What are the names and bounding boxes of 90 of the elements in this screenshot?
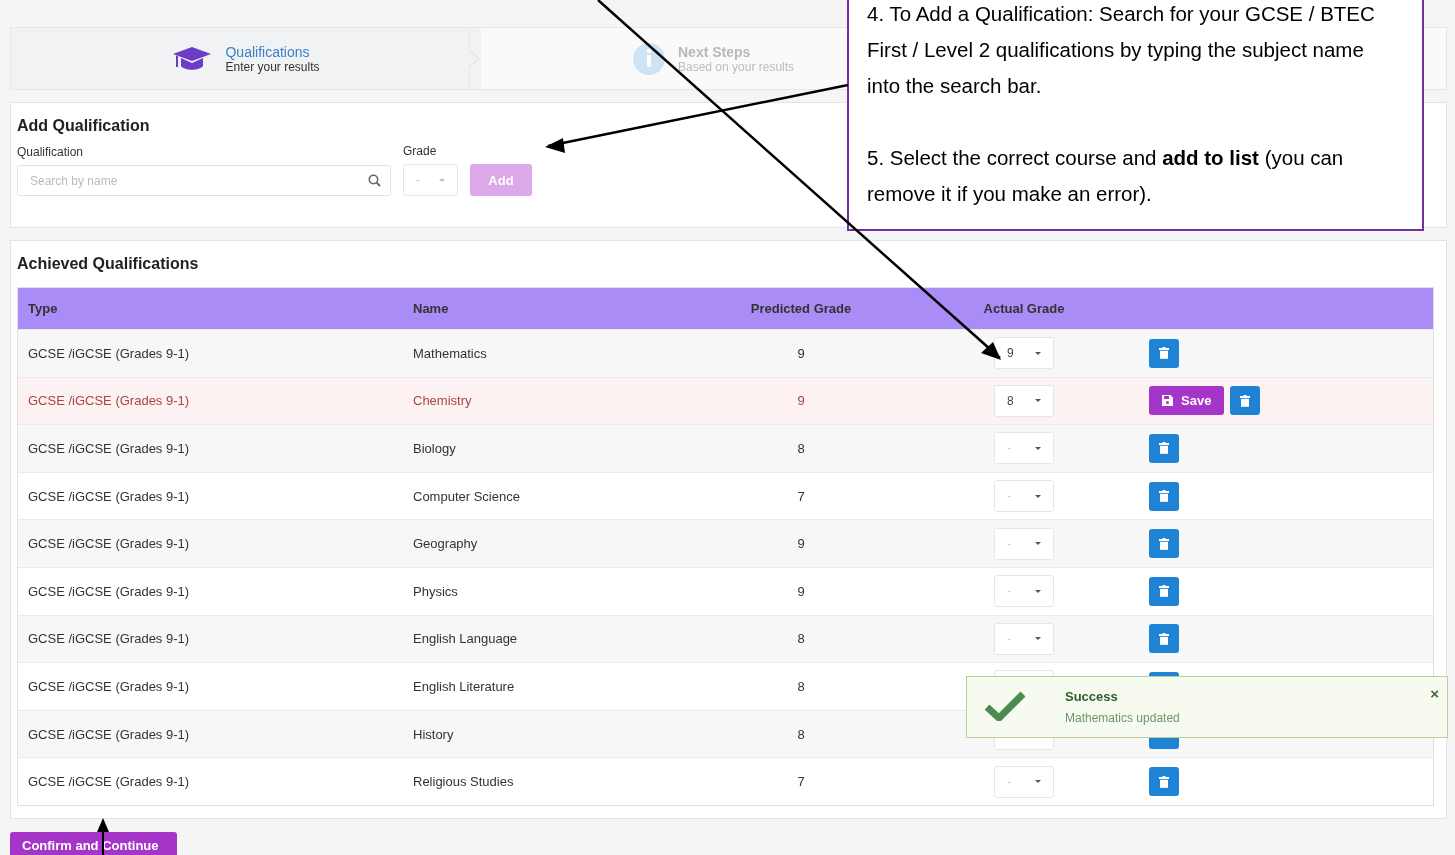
table-cell-text: GCSE /iGCSE (Grades 9-1): [27, 631, 191, 647]
step-subtitle: Based on your results: [678, 59, 795, 74]
delete-button[interactable]: [1149, 576, 1179, 606]
table-cell-text: 9: [796, 583, 806, 599]
step-subtitle: Enter your results: [225, 59, 320, 74]
trash-icon: [1240, 394, 1251, 407]
info-circle-icon: [633, 42, 665, 75]
checkmark-icon: [985, 691, 1025, 721]
table-cell-text: GCSE /iGCSE (Grades 9-1): [27, 678, 191, 694]
table-cell-text: 7: [796, 774, 806, 790]
field-label: Grade: [403, 144, 438, 158]
save-button[interactable]: Save: [1149, 386, 1225, 416]
table-cell-text: GCSE /iGCSE (Grades 9-1): [27, 488, 191, 504]
table-cell-text: Biology: [412, 441, 457, 456]
column-header: Predicted Grade: [749, 301, 853, 316]
delete-button[interactable]: [1149, 434, 1179, 463]
caret-icon: [1035, 637, 1041, 641]
card-title: Add Qualification: [17, 117, 151, 135]
table-cell-text: History: [412, 726, 455, 742]
grade-select[interactable]: 8: [994, 384, 1054, 417]
toast-message: Mathematics updated: [1065, 711, 1181, 725]
grade-select[interactable]: -: [994, 575, 1054, 608]
delete-button[interactable]: [1149, 481, 1179, 511]
caret-icon: [439, 178, 445, 182]
caret-icon: [1035, 351, 1041, 355]
graduation-cap-icon: [172, 44, 213, 73]
caret-icon: [1035, 589, 1041, 593]
instruction-text: 5. Select the correct course and add to list (you can remove it if you make an error).: [867, 145, 1345, 207]
table-cell-text: GCSE /iGCSE (Grades 9-1): [27, 441, 191, 456]
table-cell-text: 8: [796, 631, 806, 647]
table-cell-text: English Language: [412, 631, 519, 647]
grade-select[interactable]: -: [994, 480, 1054, 513]
table-cell-text: Geography: [412, 536, 479, 552]
trash-icon: [1159, 442, 1169, 455]
caret-icon: [1035, 447, 1041, 450]
table-cell-text: Computer Science: [412, 488, 521, 504]
table-cell-text: GCSE /iGCSE (Grades 9-1): [27, 393, 191, 409]
table-cell-text: English Literature: [412, 678, 516, 694]
close-button[interactable]: ×: [1430, 685, 1439, 702]
caret-icon: [1035, 399, 1041, 403]
caret-icon: [1035, 780, 1041, 784]
search-field[interactable]: Search by name: [17, 165, 391, 196]
delete-button[interactable]: [1149, 338, 1179, 368]
column-header: Actual Grade: [982, 301, 1066, 316]
table-cell-text: GCSE /iGCSE (Grades 9-1): [27, 726, 191, 742]
grade-select[interactable]: -: [994, 765, 1054, 798]
trash-icon: [1159, 537, 1169, 550]
column-header: Type: [27, 301, 59, 316]
column-header: Name: [412, 301, 450, 316]
grade-select[interactable]: 9: [994, 337, 1054, 370]
caret-icon: [1035, 494, 1041, 498]
table-cell-text: Religious Studies: [412, 774, 515, 790]
table-cell-text: 9: [796, 393, 806, 409]
caret-icon: [1035, 542, 1041, 546]
search-icon: [368, 174, 381, 187]
step-tab[interactable]: Next Steps Based on your results: [481, 28, 841, 89]
table-cell-text: 7: [796, 488, 806, 504]
table-cell-text: Chemistry: [412, 393, 473, 409]
delete-button[interactable]: [1230, 386, 1261, 416]
table-cell-text: 8: [796, 441, 806, 456]
step-title: Next Steps: [678, 43, 752, 60]
table-cell-text: GCSE /iGCSE (Grades 9-1): [27, 345, 191, 361]
field-label: Qualification: [17, 145, 85, 159]
table-cell-text: 8: [796, 726, 806, 742]
delete-button[interactable]: [1149, 529, 1179, 559]
card-title: Achieved Qualifications: [17, 255, 200, 273]
table-cell-text: GCSE /iGCSE (Grades 9-1): [27, 583, 191, 599]
grade-select[interactable]: -: [994, 622, 1054, 655]
trash-icon: [1159, 490, 1169, 503]
toast-title: Success: [1065, 689, 1119, 704]
table-cell-text: 8: [796, 678, 806, 694]
delete-button[interactable]: [1149, 624, 1179, 654]
confirm-continue-button[interactable]: Confirm and Continue: [10, 831, 177, 855]
trash-icon: [1159, 347, 1169, 360]
table-cell-text: GCSE /iGCSE (Grades 9-1): [27, 536, 191, 552]
table-cell-text: GCSE /iGCSE (Grades 9-1): [27, 774, 191, 790]
grade-select[interactable]: -: [994, 527, 1054, 560]
table-cell-text: Physics: [412, 583, 459, 599]
trash-icon: [1159, 585, 1169, 598]
table-cell-text: 9: [796, 536, 806, 552]
trash-icon: [1159, 632, 1169, 645]
step-title: Qualifications: [225, 43, 311, 60]
trash-icon: [1159, 775, 1169, 788]
instruction-text: 4. To Add a Qualification: Search for your GCSE / BTEC First / Level 2 qualifications by typing the subject name into the search bar.: [867, 1, 1376, 99]
grade-select[interactable]: -: [994, 432, 1054, 465]
step-tab[interactable]: Qualifications Enter your results: [11, 28, 481, 89]
grade-select[interactable]: -: [403, 164, 458, 196]
table-cell-text: 9: [796, 345, 806, 361]
delete-button[interactable]: [1149, 767, 1179, 797]
table-cell-text: Mathematics: [412, 345, 488, 361]
